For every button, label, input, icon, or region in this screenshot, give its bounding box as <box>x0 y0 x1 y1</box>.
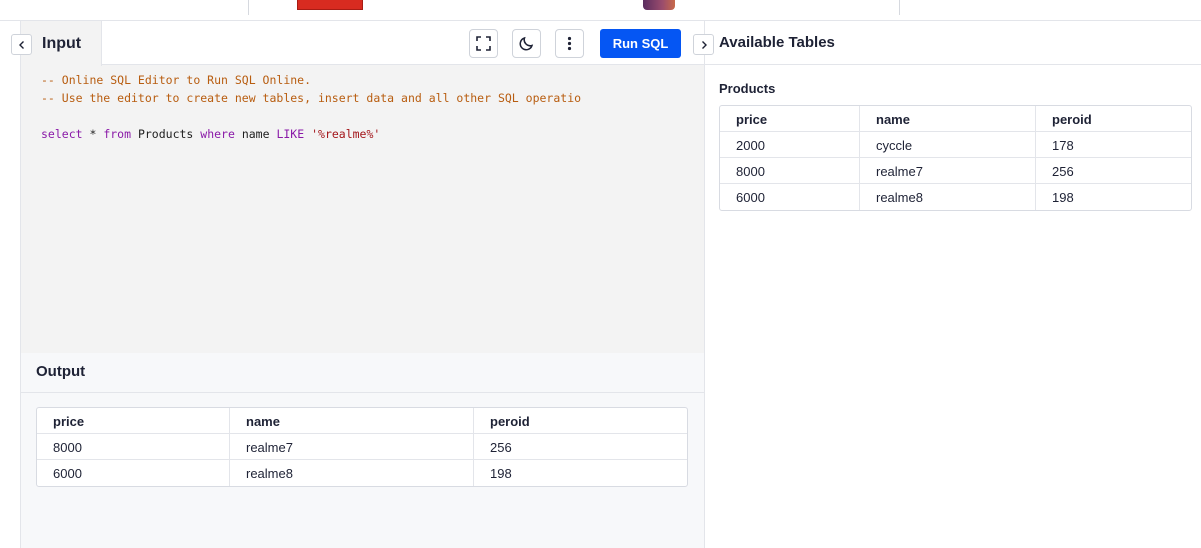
fullscreen-icon <box>476 36 491 51</box>
column-header: peroid <box>490 414 530 429</box>
table-cell: 6000 <box>720 184 860 210</box>
ad-divider <box>899 0 900 15</box>
table-cell: 256 <box>1052 164 1074 179</box>
available-tables-title: Available Tables <box>719 34 835 51</box>
table-cell: 198 <box>1052 190 1074 205</box>
products-table: price name peroid 2000 cyccle 178 8000 r… <box>719 105 1192 211</box>
theme-toggle-button[interactable] <box>512 29 541 58</box>
table-header-row: price name peroid <box>37 408 687 434</box>
ad-image-red[interactable] <box>297 0 363 10</box>
column-header: price <box>37 408 230 433</box>
table-cell: realme8 <box>860 184 1036 210</box>
column-header: price <box>720 106 860 131</box>
chevron-right-icon <box>701 40 707 49</box>
ad-divider <box>248 0 249 15</box>
available-tables-header: Available Tables <box>705 21 1201 65</box>
ad-image-product[interactable] <box>643 0 675 10</box>
table-cell: 178 <box>1052 138 1074 153</box>
sql-code-editor[interactable]: -- Online SQL Editor to Run SQL Online. -… <box>41 71 581 143</box>
table-cell: cyccle <box>860 132 1036 157</box>
ad-banner-strip <box>0 0 1201 21</box>
output-title: Output <box>21 353 704 393</box>
code-line: select * from Products where name LIKE '… <box>41 127 381 141</box>
output-panel: Output price name peroid 8000 realme7 25… <box>21 353 704 548</box>
column-header: peroid <box>1052 112 1092 127</box>
tab-input-label: Input <box>42 35 82 52</box>
table-cell: 8000 <box>720 158 860 183</box>
input-toolbar: Input Run SQL <box>21 21 704 66</box>
table-header-row: price name peroid <box>720 106 1191 132</box>
table-cell: 256 <box>490 440 512 455</box>
table-cell: 8000 <box>37 434 230 459</box>
more-vertical-icon <box>567 36 572 51</box>
tab-input[interactable]: Input <box>21 21 102 66</box>
collapse-right-button[interactable] <box>693 34 714 55</box>
table-name-label[interactable]: Products <box>719 81 775 96</box>
table-cell: realme8 <box>230 460 474 486</box>
chevron-left-icon <box>18 40 24 49</box>
input-panel: Input Run SQL -- Online SQL Editor to Ru… <box>11 21 704 353</box>
table-row: 6000 realme8 198 <box>37 460 687 486</box>
code-line: -- Use the editor to create new tables, … <box>41 91 582 105</box>
column-header: name <box>860 106 1036 131</box>
left-gutter <box>0 21 21 548</box>
table-cell: 2000 <box>720 132 860 157</box>
moon-icon <box>519 36 534 51</box>
table-cell: realme7 <box>860 158 1036 183</box>
table-row: 6000 realme8 198 <box>720 184 1191 210</box>
table-cell: 6000 <box>37 460 230 486</box>
more-options-button[interactable] <box>555 29 584 58</box>
table-row: 2000 cyccle 178 <box>720 132 1191 158</box>
output-table: price name peroid 8000 realme7 256 6000 … <box>36 407 688 487</box>
collapse-left-button[interactable] <box>11 34 32 55</box>
table-cell: 198 <box>490 466 512 481</box>
code-line: -- Online SQL Editor to Run SQL Online. <box>41 73 312 87</box>
fullscreen-button[interactable] <box>469 29 498 58</box>
run-sql-button[interactable]: Run SQL <box>600 29 681 58</box>
table-row: 8000 realme7 256 <box>37 434 687 460</box>
table-cell: realme7 <box>230 434 474 459</box>
table-row: 8000 realme7 256 <box>720 158 1191 184</box>
available-tables-panel: Available Tables Products price name per… <box>693 21 1201 548</box>
column-header: name <box>230 408 474 433</box>
